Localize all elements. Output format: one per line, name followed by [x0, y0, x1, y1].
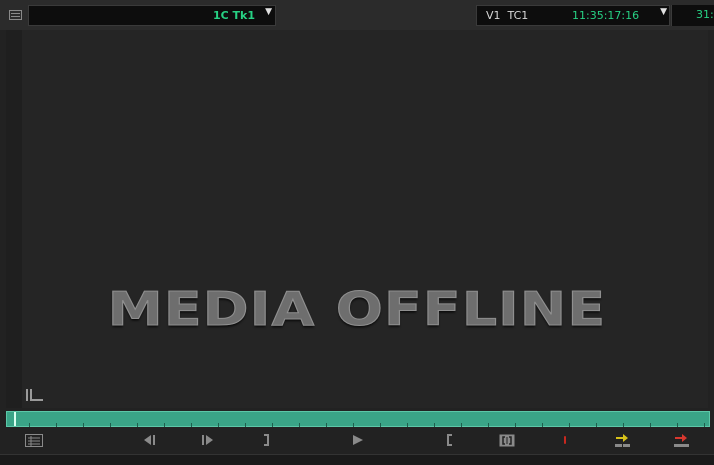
track-indicator-icon: [26, 389, 44, 402]
splice-in-icon: [615, 434, 630, 447]
timeline-tick: [488, 423, 489, 427]
play-icon: [353, 435, 363, 445]
timeline-tick: [623, 423, 624, 427]
play-button[interactable]: [350, 434, 366, 448]
chevron-down-icon[interactable]: ▼: [660, 8, 667, 17]
timeline-tick: [353, 423, 354, 427]
chevron-down-icon[interactable]: ▼: [265, 8, 272, 17]
timeline-tick: [218, 423, 219, 427]
overwrite-icon: [674, 434, 689, 447]
overwrite-button[interactable]: [672, 434, 692, 448]
viewer-header: 1C Tk1 ▼ V1 TC1 11:35:17:16 ▼ 31:: [0, 0, 714, 30]
timeline-tick: [245, 423, 246, 427]
track-label: V1 TC1: [486, 9, 529, 22]
step-forward-button[interactable]: [200, 434, 216, 448]
timeline-ticks: [7, 412, 711, 428]
timeline-tick: [569, 423, 570, 427]
clip-menu-button[interactable]: [24, 434, 44, 448]
timeline-tick: [596, 423, 597, 427]
timeline-tick: [29, 423, 30, 427]
add-marker-button[interactable]: [560, 434, 570, 448]
mark-out-icon: [264, 434, 269, 446]
mark-clip-button[interactable]: [499, 434, 515, 448]
timeline-tick: [407, 423, 408, 427]
hamburger-menu-icon[interactable]: [9, 10, 22, 20]
timeline-tick: [704, 423, 705, 427]
media-offline-text: MEDIA OFFLINE: [107, 282, 607, 337]
secondary-timecode-display[interactable]: 31:: [671, 5, 714, 26]
step-back-icon: [144, 435, 155, 445]
timeline-tick: [83, 423, 84, 427]
video-frame: [22, 30, 708, 408]
splice-in-button[interactable]: [613, 434, 633, 448]
video-viewer[interactable]: [6, 30, 708, 408]
timeline-tick: [164, 423, 165, 427]
step-forward-icon: [202, 435, 213, 445]
timeline-tick: [380, 423, 381, 427]
timeline-tick: [191, 423, 192, 427]
timeline-tick: [677, 423, 678, 427]
step-back-button[interactable]: [142, 434, 158, 448]
clip-menu-icon: [25, 434, 43, 447]
timeline-tick: [650, 423, 651, 427]
timeline-tick: [137, 423, 138, 427]
clip-name-menu[interactable]: 1C Tk1 ▼: [28, 5, 276, 26]
timeline-tick: [515, 423, 516, 427]
timeline-tick: [461, 423, 462, 427]
timeline-tick: [272, 423, 273, 427]
timeline-tick: [326, 423, 327, 427]
marker-icon: [564, 436, 566, 444]
mark-clip-icon: [499, 434, 515, 447]
timeline-tick: [56, 423, 57, 427]
bottom-divider: [0, 454, 714, 465]
mark-in-button[interactable]: [443, 434, 455, 448]
secondary-timecode-value: 31:: [696, 8, 714, 21]
position-bar[interactable]: [6, 411, 710, 427]
timeline-tick: [542, 423, 543, 427]
timeline-tick: [110, 423, 111, 427]
mark-in-icon: [447, 434, 452, 446]
transport-controls: [0, 429, 714, 453]
clip-name-label: 1C Tk1: [212, 9, 255, 22]
mark-out-button[interactable]: [260, 434, 272, 448]
timecode-display[interactable]: V1 TC1 11:35:17:16 ▼: [476, 5, 670, 26]
timecode-value: 11:35:17:16: [572, 9, 640, 22]
position-indicator[interactable]: [14, 412, 16, 426]
timeline-tick: [434, 423, 435, 427]
timeline-tick: [299, 423, 300, 427]
